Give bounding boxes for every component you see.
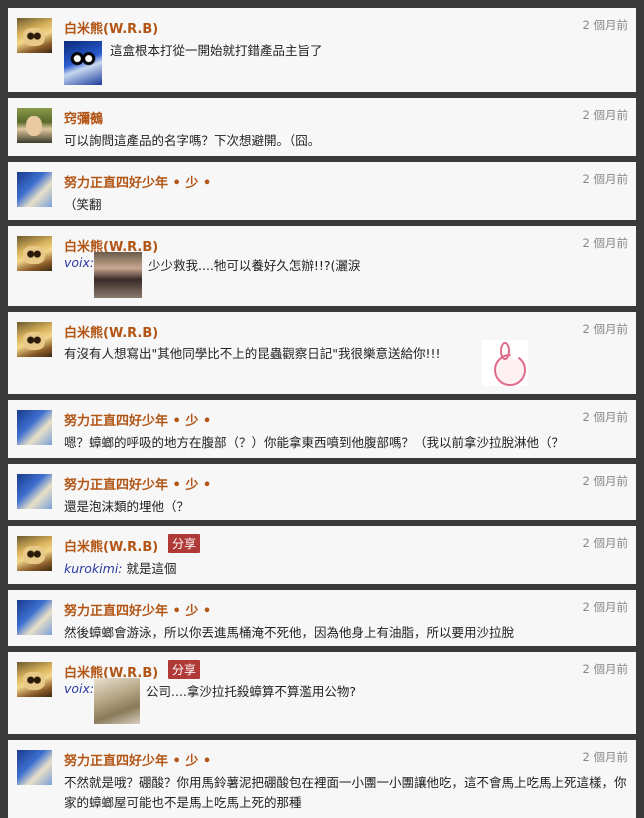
attached-image[interactable] (94, 678, 140, 724)
timestamp[interactable]: 2 個月前 (583, 409, 628, 425)
comment-line: kurokimi: 就是這個 (64, 559, 626, 579)
attached-image[interactable] (64, 41, 102, 85)
comment-card: 努力正直四好少年 • 少 • 2 個月前 不然就是哦？硼酸？你用馬鈴薯泥把硼酸包… (8, 740, 636, 818)
shared-by-user[interactable]: voix: (64, 255, 94, 270)
comment-card: 白米熊(W.R.B) 分享 2 個月前 voix: 公司....拿沙拉托殺蟑算不… (8, 652, 636, 734)
comment-card: 努力正直四好少年 • 少 • 2 個月前 嗯？蟑螂的呼吸的地方在腹部（？）你能拿… (8, 400, 636, 458)
timestamp[interactable]: 2 個月前 (583, 107, 628, 123)
comment-text: （笑翻 (64, 197, 102, 212)
author-name[interactable]: 白米熊(W.R.B) (64, 536, 158, 555)
share-badge[interactable]: 分享 (168, 534, 201, 553)
author-name[interactable]: 努力正直四好少年 • 少 • (64, 750, 211, 769)
attached-image[interactable] (482, 340, 528, 386)
comment-card: 窍彌鵺 2 個月前 可以詢問這產品的名字嗎？下次想避開。（囧。 (8, 98, 636, 156)
comment-text: 這盒根本打從一開始就打錯產品主旨了 (110, 43, 323, 58)
avatar[interactable] (17, 536, 52, 571)
comment-card: 努力正直四好少年 • 少 • 2 個月前 （笑翻 (8, 162, 636, 220)
author-name[interactable]: 窍彌鵺 (64, 108, 103, 127)
timestamp[interactable]: 2 個月前 (583, 473, 628, 489)
comment-card: 白米熊(W.R.B) 分享 2 個月前 kurokimi: 就是這個 (8, 526, 636, 584)
avatar[interactable] (17, 172, 52, 207)
comment-text: 少少救我....牠可以養好久怎辦!!?(灑淚 (148, 258, 361, 273)
avatar[interactable] (17, 236, 52, 271)
timestamp[interactable]: 2 個月前 (583, 599, 628, 615)
attached-image[interactable] (94, 252, 142, 298)
comment-text: 可以詢問這產品的名字嗎？下次想避開。（囧。 (64, 133, 321, 148)
timestamp[interactable]: 2 個月前 (583, 321, 628, 337)
comment-text: 公司....拿沙拉托殺蟑算不算濫用公物? (146, 684, 357, 699)
comment-text: 然後蟑螂會游泳，所以你丟進馬桶淹不死他，因為他身上有油脂，所以要用沙拉脫 (64, 625, 515, 640)
avatar[interactable] (17, 322, 52, 357)
avatar[interactable] (17, 600, 52, 635)
author-name[interactable]: 努力正直四好少年 • 少 • (64, 172, 211, 191)
timestamp[interactable]: 2 個月前 (583, 661, 628, 677)
timestamp[interactable]: 2 個月前 (583, 235, 628, 251)
author-name[interactable]: 努力正直四好少年 • 少 • (64, 474, 211, 493)
timestamp[interactable]: 2 個月前 (583, 171, 628, 187)
comment-text: 就是這個 (126, 561, 177, 576)
avatar[interactable] (17, 474, 52, 509)
author-name[interactable]: 白米熊(W.R.B) (64, 322, 158, 341)
comment-card: 白米熊(W.R.B) 2 個月前 voix: 少少救我....牠可以養好久怎辦!… (8, 226, 636, 306)
author-name[interactable]: 努力正直四好少年 • 少 • (64, 410, 211, 429)
comment-card: 努力正直四好少年 • 少 • 2 個月前 還是泡沫類的埋他（？ (8, 464, 636, 520)
timestamp[interactable]: 2 個月前 (583, 749, 628, 765)
share-badge[interactable]: 分享 (168, 660, 201, 679)
comment-card: 白米熊(W.R.B) 2 個月前 有沒有人想寫出"其他同學比不上的昆蟲觀察日記"… (8, 312, 636, 394)
author-name[interactable]: 努力正直四好少年 • 少 • (64, 600, 211, 619)
timestamp[interactable]: 2 個月前 (583, 535, 628, 551)
comment-card: 努力正直四好少年 • 少 • 2 個月前 然後蟑螂會游泳，所以你丟進馬桶淹不死他… (8, 590, 636, 646)
timestamp[interactable]: 2 個月前 (583, 17, 628, 33)
avatar[interactable] (17, 662, 52, 697)
shared-by-user[interactable]: kurokimi: (64, 561, 123, 576)
avatar[interactable] (17, 750, 52, 785)
comment-card: 白米熊(W.R.B) 2 個月前 這盒根本打從一開始就打錯產品主旨了 (8, 8, 636, 92)
comment-text: 有沒有人想寫出"其他同學比不上的昆蟲觀察日記"我很樂意送給你!!! (64, 346, 441, 361)
comment-text: 嗯？蟑螂的呼吸的地方在腹部（？）你能拿東西噴到他腹部嗎？（我以前拿沙拉脫淋他（？ (64, 435, 565, 450)
shared-by-user[interactable]: voix: (64, 681, 94, 696)
author-name[interactable]: 白米熊(W.R.B) (64, 18, 158, 37)
avatar[interactable] (17, 108, 52, 143)
comment-text: 不然就是哦？硼酸？你用馬鈴薯泥把硼酸包在裡面一小團一小團讓他吃，這不會馬上吃馬上… (64, 775, 627, 810)
avatar[interactable] (17, 410, 52, 445)
avatar[interactable] (17, 18, 52, 53)
comment-text: 還是泡沫類的埋他（？ (64, 499, 190, 514)
